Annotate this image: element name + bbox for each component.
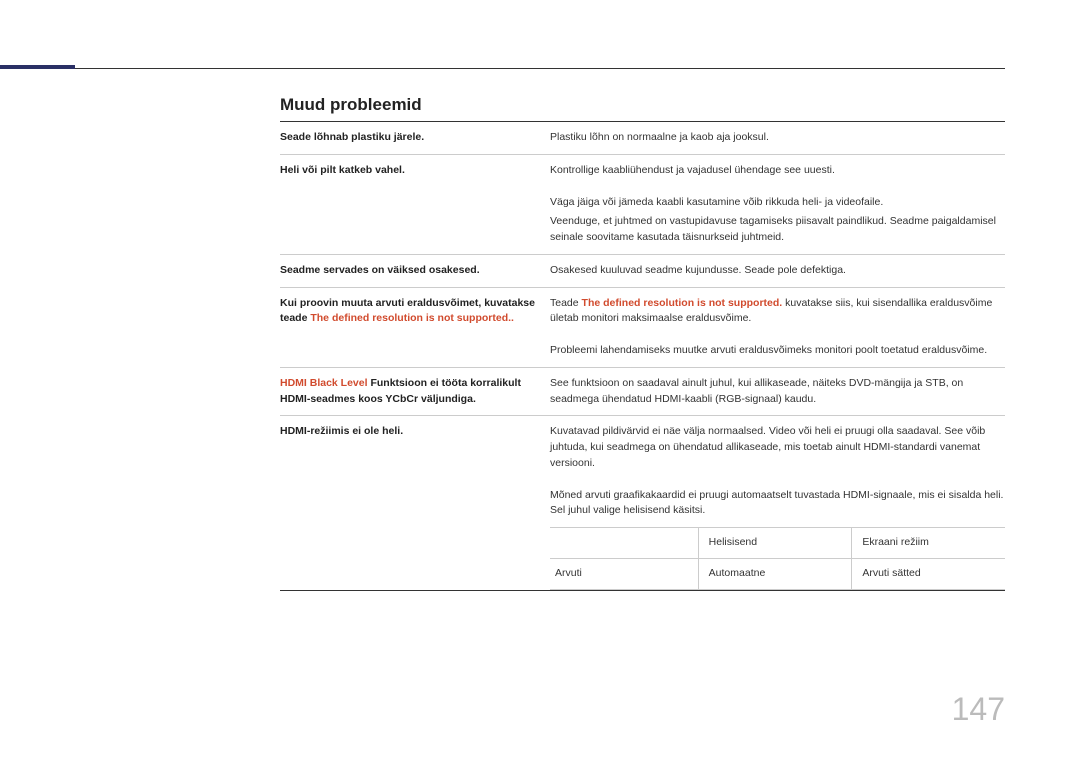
sub-table-wrap: Helisisend Ekraani režiim Arvuti Automaa… <box>550 527 1005 590</box>
row-content: Teade The defined resolution is not supp… <box>550 296 1005 328</box>
table-row: Helisisend Ekraani režiim Arvuti Automaa… <box>280 527 1005 590</box>
row-content: Plastiku lõhn on normaalne ja kaob aja j… <box>550 130 1005 146</box>
row-label: Seadme servades on väiksed osakesed. <box>280 263 550 279</box>
table-row: Mõned arvuti graafikakaardid ei pruugi a… <box>280 480 1005 528</box>
row-label: HDMI-režiimis ei ole heli. <box>280 424 550 471</box>
table-row: Seade lõhnab plastiku järele. Plastiku l… <box>280 122 1005 155</box>
row-label: Kui proovin muuta arvuti eraldusvõimet, … <box>280 296 550 328</box>
table-row: Heli või pilt katkeb vahel. Kontrollige … <box>280 155 1005 187</box>
page-number: 147 <box>952 691 1005 728</box>
top-divider <box>75 68 1005 69</box>
row-label-empty <box>280 343 550 359</box>
row-text: Väga jäiga või jämeda kaabli kasutamine … <box>550 195 1005 211</box>
row-text: Veenduge, et juhtmed on vastupidavuse ta… <box>550 214 1005 246</box>
row-content: See funktsioon on saadaval ainult juhul,… <box>550 376 1005 408</box>
sub-table: Helisisend Ekraani režiim Arvuti Automaa… <box>550 527 1005 590</box>
row-content: Kuvatavad pildivärvid ei näe välja norma… <box>550 424 1005 471</box>
table-row: Väga jäiga või jämeda kaabli kasutamine … <box>280 187 1005 254</box>
row-label: Seade lõhnab plastiku järele. <box>280 130 550 146</box>
row-content: Mõned arvuti graafikakaardid ei pruugi a… <box>550 488 1005 520</box>
row-content: Probleemi lahendamiseks muutke arvuti er… <box>550 343 1005 359</box>
content-area: Muud probleemid Seade lõhnab plastiku jä… <box>280 95 1005 591</box>
row-label: HDMI Black Level Funktsioon ei tööta kor… <box>280 376 550 408</box>
sub-table-cell: Helisisend <box>699 528 853 558</box>
sub-table-header: Helisisend Ekraani režiim <box>550 528 1005 559</box>
sub-table-cell: Arvuti sätted <box>852 559 1005 589</box>
top-accent-bar <box>0 65 75 69</box>
table-row: HDMI-režiimis ei ole heli. Kuvatavad pil… <box>280 416 1005 479</box>
row-label-empty <box>280 195 550 246</box>
row-label: Heli või pilt katkeb vahel. <box>280 163 550 179</box>
row-content: Kontrollige kaabliühendust ja vajadusel … <box>550 163 1005 179</box>
row-content: Osakesed kuuluvad seadme kujundusse. Sea… <box>550 263 1005 279</box>
row-text-red: The defined resolution is not supported. <box>582 297 783 309</box>
row-label-empty <box>280 527 550 590</box>
sub-table-cell <box>550 528 699 558</box>
row-label-empty <box>280 488 550 520</box>
row-label-red: HDMI Black Level <box>280 377 368 389</box>
sub-table-row: Arvuti Automaatne Arvuti sätted <box>550 559 1005 590</box>
table-row: Kui proovin muuta arvuti eraldusvõimet, … <box>280 288 1005 336</box>
table-row: Seadme servades on väiksed osakesed. Osa… <box>280 254 1005 288</box>
sub-table-cell: Arvuti <box>550 559 699 589</box>
row-content: Väga jäiga või jämeda kaabli kasutamine … <box>550 195 1005 246</box>
table-row: HDMI Black Level Funktsioon ei tööta kor… <box>280 367 1005 417</box>
sub-table-cell: Automaatne <box>699 559 853 589</box>
section-end-divider <box>280 590 1005 591</box>
row-text: Teade <box>550 297 582 309</box>
table-row: Probleemi lahendamiseks muutke arvuti er… <box>280 335 1005 367</box>
sub-table-cell: Ekraani režiim <box>852 528 1005 558</box>
row-label-red: The defined resolution is not supported.… <box>310 312 514 324</box>
section-title: Muud probleemid <box>280 95 1005 115</box>
